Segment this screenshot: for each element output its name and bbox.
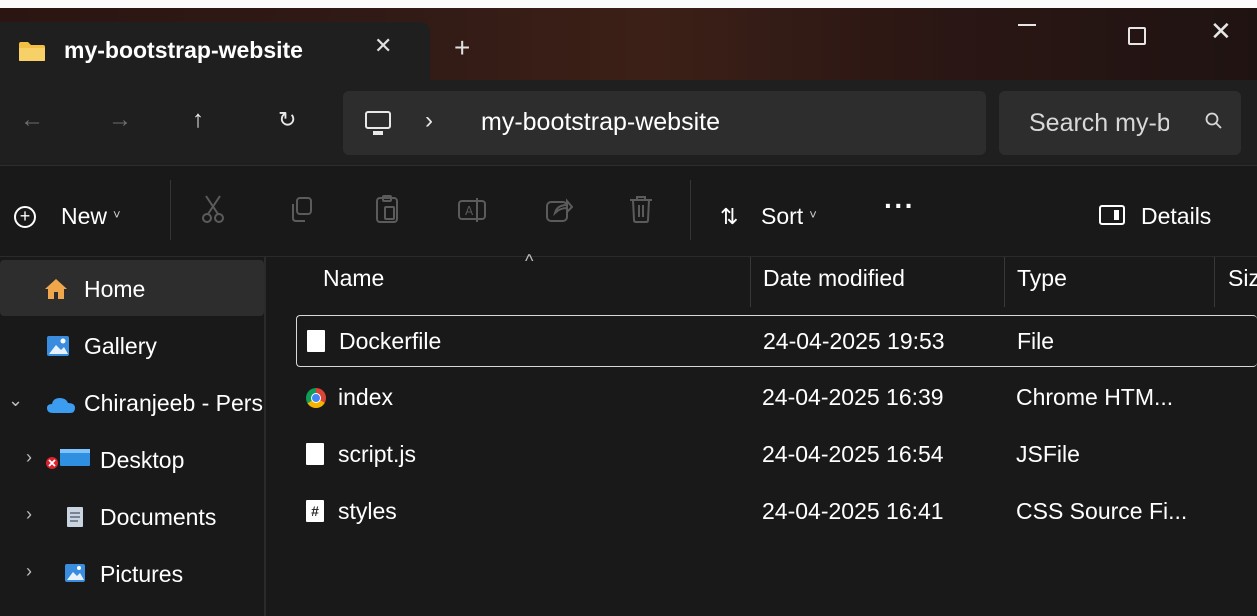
file-type: CSS Source Fi... (1016, 498, 1188, 524)
chevron-down-icon[interactable]: ⌄ (8, 390, 23, 411)
divider (690, 180, 691, 240)
chevron-right-icon[interactable]: › (26, 504, 32, 525)
navigation-pane: Home Gallery ⌄ Chiranjeeb - Personal › D… (0, 257, 266, 616)
table-row[interactable]: Dockerfile 24-04-2025 19:53 File (296, 315, 1257, 367)
this-pc-icon[interactable] (365, 111, 391, 135)
svg-text:A: A (465, 204, 474, 218)
sidebar-item-onedrive[interactable]: ⌄ Chiranjeeb - Personal (0, 374, 264, 430)
column-resize-handle[interactable] (750, 257, 751, 307)
divider (170, 180, 171, 240)
details-pane-icon[interactable] (1099, 205, 1125, 225)
column-header-row: ^ Name Date modified Type Size (268, 251, 1257, 315)
tab-close-icon[interactable]: ✕ (374, 33, 392, 59)
table-row[interactable]: # styles 24-04-2025 16:41 CSS Source Fi.… (296, 486, 1257, 538)
up-arrow-icon[interactable]: ↑ (192, 108, 204, 132)
desktop-icon (46, 449, 90, 469)
forward-arrow-icon[interactable]: → (108, 108, 132, 132)
new-label: New (61, 203, 108, 229)
navigation-bar: ← → ↑ ↻ › my-bootstrap-website Search my… (0, 80, 1257, 166)
sidebar-item-gallery[interactable]: Gallery (0, 317, 264, 373)
sidebar-item-desktop[interactable]: › Desktop (0, 431, 264, 487)
gallery-icon (47, 336, 69, 356)
chevron-right-icon[interactable]: › (26, 447, 32, 468)
new-caret-icon: ˅ (113, 207, 121, 222)
maximize-button[interactable] (1128, 27, 1146, 45)
sidebar-item-pictures[interactable]: › Pictures (0, 545, 264, 601)
table-row[interactable]: index 24-04-2025 16:39 Chrome HTM... (296, 372, 1257, 424)
file-list: ^ Name Date modified Type Size Dockerfil… (268, 251, 1257, 616)
file-icon (307, 330, 325, 352)
minimize-button[interactable] (1018, 24, 1036, 26)
cut-icon[interactable] (200, 194, 226, 224)
file-date: 24-04-2025 19:53 (763, 328, 945, 354)
file-type: JSFile (1016, 441, 1080, 467)
file-name[interactable]: styles (338, 498, 397, 525)
sort-ascending-icon: ^ (525, 251, 534, 271)
file-date: 24-04-2025 16:41 (762, 498, 944, 524)
sort-icon[interactable]: ⇅ (720, 204, 738, 230)
new-button[interactable]: New ˅ (61, 203, 121, 230)
title-bar-edge (0, 0, 1257, 8)
column-header-name[interactable]: Name (323, 265, 384, 292)
column-header-size[interactable]: Size (1228, 265, 1257, 292)
breadcrumb-chevron-icon[interactable]: › (425, 107, 433, 135)
back-arrow-icon[interactable]: ← (20, 108, 44, 132)
details-button[interactable]: Details (1141, 203, 1211, 230)
folder-icon (19, 42, 45, 61)
column-header-date[interactable]: Date modified (763, 265, 905, 292)
plus-circle-icon[interactable]: + (14, 206, 36, 228)
file-type: Chrome HTM... (1016, 384, 1174, 410)
file-name[interactable]: Dockerfile (339, 328, 441, 355)
new-tab-button[interactable]: + (454, 34, 470, 62)
sidebar-item-label: Home (84, 276, 146, 302)
file-date: 24-04-2025 16:39 (762, 384, 944, 410)
rename-icon[interactable]: A (457, 196, 489, 224)
css-file-icon: # (306, 500, 324, 522)
column-resize-handle[interactable] (1214, 257, 1215, 307)
pictures-icon (65, 564, 85, 582)
delete-icon[interactable] (628, 194, 654, 224)
command-bar: + New ˅ A ⇅ Sort ˅ ··· Details (0, 166, 1257, 257)
sidebar-item-label: Desktop (100, 447, 185, 473)
documents-icon (67, 507, 83, 527)
sidebar-item-home[interactable]: Home (0, 260, 264, 316)
table-row[interactable]: script.js 24-04-2025 16:54 JSFile (296, 429, 1257, 481)
close-window-button[interactable]: ✕ (1210, 16, 1232, 47)
sidebar-item-label: Chiranjeeb - Personal (84, 390, 264, 416)
chrome-html-icon (306, 388, 326, 408)
more-options-button[interactable]: ··· (884, 190, 915, 222)
sidebar-item-label: Pictures (100, 561, 184, 587)
title-bar: my-bootstrap-website ✕ + ✕ (0, 0, 1257, 80)
sort-label: Sort (761, 203, 804, 229)
refresh-icon[interactable]: ↻ (278, 108, 296, 132)
file-name[interactable]: script.js (338, 441, 416, 468)
column-resize-handle[interactable] (1004, 257, 1005, 307)
column-header-type[interactable]: Type (1017, 265, 1067, 292)
chevron-right-icon[interactable]: › (26, 561, 32, 582)
tab-my-bootstrap-website[interactable]: my-bootstrap-website ✕ (0, 22, 430, 80)
sidebar-item-label: Documents (100, 504, 217, 530)
search-box[interactable]: Search my-bootstrap-website (999, 91, 1241, 155)
sidebar-item-label: Gallery (84, 333, 157, 359)
file-icon (306, 443, 324, 465)
onedrive-icon (47, 398, 75, 413)
sidebar-item-documents[interactable]: › Documents (0, 488, 264, 544)
sort-caret-icon: ˅ (809, 207, 817, 222)
search-icon (1205, 112, 1222, 129)
file-name[interactable]: index (338, 384, 393, 411)
sort-button[interactable]: Sort ˅ (761, 203, 817, 230)
paste-icon[interactable] (374, 194, 400, 224)
share-icon[interactable] (545, 196, 573, 224)
breadcrumb-current-folder[interactable]: my-bootstrap-website (481, 108, 720, 137)
tab-title: my-bootstrap-website (64, 37, 303, 63)
address-bar[interactable]: › my-bootstrap-website (343, 91, 986, 155)
home-icon (45, 279, 67, 299)
file-date: 24-04-2025 16:54 (762, 441, 944, 467)
file-type: File (1017, 328, 1055, 354)
copy-icon[interactable] (289, 196, 315, 224)
search-input[interactable]: Search my-bootstrap-website (1029, 109, 1169, 138)
